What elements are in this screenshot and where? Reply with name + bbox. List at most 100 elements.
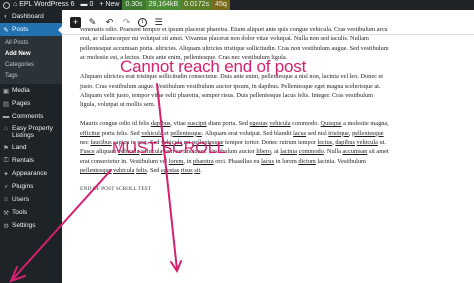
text-run: , at — [270, 148, 281, 156]
underlined-word: egestas — [249, 120, 268, 128]
text-run: . — [200, 167, 202, 175]
underlined-word: pellentesque — [80, 167, 112, 175]
pin-icon: ✎ — [3, 26, 9, 34]
underlined-word: lectus — [317, 139, 333, 147]
underlined-word: risus — [180, 167, 193, 175]
sidebar-item-posts[interactable]: ✎ Posts — [0, 23, 62, 36]
new-content-link[interactable]: + New — [96, 0, 122, 10]
property-icon: ⌂ — [4, 125, 8, 132]
annotation-cannot-reach-end: Cannot reach end of post — [120, 57, 307, 76]
sidebar-item-media[interactable]: ▣ Media — [0, 84, 62, 97]
pages-icon: ▤ — [2, 100, 10, 108]
text-run: porta felis. Sed — [100, 129, 142, 137]
underlined-word: pellentesque — [170, 129, 202, 137]
text-run: nec — [80, 139, 91, 147]
comments-link[interactable]: ▬ 0 — [77, 0, 96, 10]
underlined-word: efficitur — [80, 129, 101, 137]
sidebar-item-label: Pages — [12, 100, 31, 107]
dashboard-icon: ◐ — [4, 13, 8, 20]
appearance-icon: ✦ — [3, 170, 9, 178]
sidebar-item-label: Settings — [12, 222, 36, 229]
text-run: sed nisl — [306, 129, 329, 137]
submenu-item-tags[interactable]: Tags — [0, 71, 62, 82]
site-name-link[interactable]: ⌂ EPL WordPress 6 — [10, 0, 77, 10]
query-monitor-queries[interactable]: 45q — [212, 0, 230, 10]
submenu-item-add-new[interactable]: Add New — [0, 49, 62, 60]
sidebar-item-rentals[interactable]: ⚿ Rentals — [0, 154, 62, 167]
underlined-word: Fusce — [80, 148, 95, 156]
underlined-word: pharetra — [193, 157, 214, 165]
sidebar-item-comments[interactable]: ▬ Comments — [0, 110, 62, 123]
text-run: orci. Phasellus eu — [213, 157, 262, 165]
submenu-item-all-posts[interactable]: All Posts — [0, 38, 62, 49]
admin-sidebar: ◐ Dashboard ✎ Posts All Posts Add New Categori… — [0, 10, 62, 283]
underlined-word: vehicula — [113, 167, 135, 175]
underlined-word: accumsan — [342, 148, 368, 156]
underlined-word: felis — [135, 167, 147, 175]
sidebar-item-label: Land — [12, 144, 27, 151]
sidebar-item-users[interactable]: ☺ Users — [0, 193, 62, 206]
underlined-word: Quisque — [320, 120, 342, 128]
underlined-word: lacus — [261, 157, 275, 165]
text-run: lacinia. Vestibulum — [315, 157, 366, 165]
media-icon: ▣ — [2, 87, 10, 95]
text-run: . Sed — [146, 167, 161, 175]
comments-count: 0 — [89, 1, 94, 8]
sidebar-item-plugins[interactable]: ⚡ Plugins — [0, 180, 62, 193]
land-icon: ⚑ — [3, 144, 9, 152]
underlined-word: libero — [256, 148, 271, 156]
sidebar-item-settings[interactable]: ⚙ Settings — [0, 219, 62, 232]
home-icon: ⌂ — [13, 1, 18, 8]
query-monitor-memory[interactable]: 29,164kB — [145, 0, 182, 10]
new-content-label: + New — [99, 1, 120, 8]
sidebar-item-label: Appearance — [12, 170, 48, 177]
underlined-word: vehicula — [269, 120, 291, 128]
paragraph-block[interactable]: Aliquam ultricies erat tristique sollici… — [80, 72, 390, 110]
post-content[interactable]: venenatis odio. Praesent tempor et ipsum… — [80, 25, 390, 195]
sidebar-item-label: Dashboard — [12, 13, 44, 20]
sidebar-item-label: Plugins — [12, 183, 34, 190]
underlined-word: suscipit — [187, 120, 207, 128]
sidebar-item-appearance[interactable]: ✦ Appearance — [0, 167, 62, 180]
underlined-word: lorem — [168, 157, 184, 165]
underlined-word: tristique — [328, 129, 349, 137]
query-monitor-db-time[interactable]: 0.0172s — [181, 0, 213, 10]
query-monitor-time[interactable]: 0.30s — [122, 0, 146, 10]
wordpress-logo-icon[interactable] — [3, 1, 10, 9]
plugins-icon: ⚡ — [3, 183, 9, 191]
underlined-word: dapibus — [150, 120, 171, 128]
admin-bar: ⌂ EPL WordPress 6 ▬ 0 + New 0.30s 29,164… — [0, 0, 474, 10]
text-run: commodo. — [290, 120, 321, 128]
sidebar-item-label: Tools — [12, 209, 28, 216]
rentals-icon: ⚿ — [3, 156, 9, 164]
text-run: tempor tortor. Donec rutrum tempor — [223, 139, 318, 147]
comment-bubble-icon: ▬ — [80, 1, 88, 8]
sidebar-item-label: Rentals — [12, 157, 35, 164]
sidebar-item-land[interactable]: ⚑ Land — [0, 141, 62, 154]
submenu-item-categories[interactable]: Categories — [0, 60, 62, 71]
underlined-word: faucibus — [90, 139, 112, 147]
text-run: . Aliquam erat volutpat. Sed blandit — [201, 129, 294, 137]
sidebar-item-label: Posts — [12, 26, 29, 33]
underlined-word: dictum — [298, 157, 316, 165]
underlined-word: commodo — [298, 148, 324, 156]
comments-icon: ▬ — [2, 113, 10, 120]
text-run: a molestie magna, — [341, 120, 389, 128]
underlined-word: vehicula — [141, 129, 163, 137]
text-run: Mauris congue odio id felis — [80, 120, 151, 128]
text-run: diam porta. Sed — [206, 120, 250, 128]
posts-submenu: All Posts Add New Categories Tags — [0, 36, 62, 84]
settings-icon: ⚙ — [3, 222, 9, 230]
text-run: , vitae — [170, 120, 188, 128]
sidebar-item-pages[interactable]: ▤ Pages — [0, 97, 62, 110]
sidebar-item-tools[interactable]: ⚒ Tools — [0, 206, 62, 219]
annotation-must-scroll: MUST SCROLL — [112, 140, 226, 157]
underlined-word: egestas — [161, 167, 180, 175]
users-icon: ☺ — [2, 196, 10, 203]
sidebar-item-easy-property-listings[interactable]: ⌂ Easy Property Listings — [0, 123, 62, 141]
text-run: ut. — [377, 139, 386, 147]
underlined-word: lacinia — [280, 148, 297, 156]
sidebar-item-label: Media — [12, 87, 30, 94]
sidebar-item-dashboard[interactable]: ◐ Dashboard — [0, 10, 62, 23]
sidebar-item-label: Easy Property Listings — [12, 125, 53, 139]
